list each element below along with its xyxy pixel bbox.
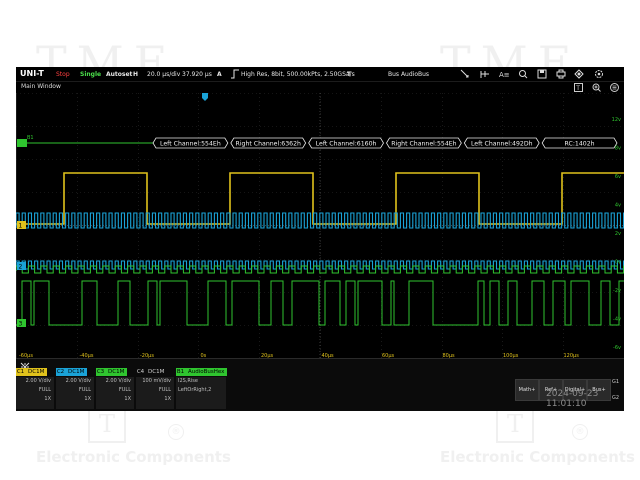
rising-edge-icon	[231, 69, 239, 79]
bus-label: B1	[27, 135, 34, 141]
ch4-tag[interactable]: C4 DC1M	[136, 368, 167, 376]
scale-label: 12v	[612, 117, 621, 123]
waveform-display[interactable]: B1 Left Channel:554Eh Right Channel:6362h…	[16, 93, 624, 358]
settings-icon[interactable]	[594, 69, 604, 79]
scale-label: 0v	[615, 260, 621, 266]
search-icon[interactable]	[518, 69, 528, 79]
bus-info[interactable]: I2S,Rise LeftOrRight,2	[176, 377, 226, 409]
decode-packet-label: RC:1402h	[565, 141, 595, 148]
math-icon[interactable]: A≡	[499, 69, 509, 79]
decode-packet-label: Left Channel:492Dh	[471, 141, 533, 148]
ch2-tag[interactable]: C2 DC1M	[56, 368, 88, 376]
window-bar: Main Window T	[16, 82, 624, 93]
ch3-info[interactable]: 2.00 V/div FULL 1X	[96, 377, 134, 409]
watermark-footer-left: Electronic Components	[36, 448, 231, 466]
decode-packet-label: Right Channel:6362h	[236, 141, 301, 148]
decode-packet-label: Left Channel:6160h	[316, 141, 377, 148]
ch1-scale: 2.00 V/div	[25, 378, 51, 384]
t-icon[interactable]: T	[574, 83, 583, 92]
scale-label: -2v	[613, 288, 621, 294]
ch2-marker[interactable]: 2	[17, 262, 26, 271]
ch1-marker[interactable]: 1	[17, 221, 26, 230]
horizontal-position[interactable]: 37.920 µs	[182, 70, 212, 79]
svg-text:A≡: A≡	[499, 71, 509, 79]
watermark-reg-left: ®	[168, 424, 184, 440]
oscilloscope-screen: UNI-T Stop Single Autoset H 20.0 µs/div …	[16, 67, 624, 411]
ch4-scale: 100 mV/div	[142, 378, 171, 384]
bus-tag[interactable]: B1 AudioBusHex	[176, 368, 228, 376]
ch3-bandwidth: FULL	[118, 387, 131, 393]
display-icon[interactable]	[574, 69, 584, 79]
watermark-reg-right: ®	[572, 424, 588, 440]
math-add-button[interactable]: Math+	[515, 379, 539, 401]
bus-protocol: I2S,Rise	[178, 378, 198, 384]
horizontal-label[interactable]: H	[133, 70, 138, 79]
trigger-label[interactable]: T	[347, 70, 351, 79]
channel-panel: C1 DC1M 2.00 V/div FULL 1X C2 DC1M 2.00 V/…	[16, 358, 624, 411]
run-stop-button[interactable]: Stop	[56, 70, 70, 79]
print-icon[interactable]	[556, 69, 566, 79]
scale-label: 6v	[615, 174, 621, 180]
trigger-bus-info[interactable]: Bus AudioBus	[388, 70, 429, 79]
ch1-probe: 1X	[44, 396, 51, 402]
decode-bus: B1 Left Channel:554Eh Right Channel:6362h…	[17, 135, 618, 149]
ch4-bandwidth: FULL	[158, 387, 171, 393]
ch1-tag[interactable]: C1 DC1M	[16, 368, 48, 376]
ch2-scale: 2.00 V/div	[65, 378, 91, 384]
measure-icon[interactable]	[480, 69, 490, 79]
decode-packet-label: Left Channel:554Eh	[160, 141, 221, 148]
trigger-position-marker[interactable]	[202, 93, 208, 101]
ch1-info[interactable]: 2.00 V/div FULL 1X	[16, 377, 54, 409]
ch3-tag[interactable]: C3 DC1M	[96, 368, 128, 376]
brand-logo: UNI-T	[20, 69, 44, 78]
ch3-marker[interactable]: 3	[17, 319, 26, 328]
ch1-bandwidth: FULL	[38, 387, 51, 393]
datetime: 2024-09-23 11:01:10	[546, 389, 599, 409]
svg-text:1: 1	[19, 223, 23, 230]
scale-label: 8v	[615, 146, 621, 152]
scale-label: 4v	[615, 203, 621, 209]
ch3-waveform	[16, 265, 624, 326]
scale-label: -6v	[613, 345, 621, 351]
svg-text:T: T	[575, 85, 580, 92]
right-scale: 12v8v6v4v2v0v-2v-4v-6v-8v	[612, 117, 621, 351]
top-toolbar: UNI-T Stop Single Autoset H 20.0 µs/div …	[16, 67, 624, 82]
acquire-info[interactable]: High Res, 8bit, 500.00kPts, 2.50GSa/s	[241, 70, 355, 79]
zoom-icon[interactable]	[592, 83, 601, 92]
svg-text:2: 2	[19, 264, 23, 271]
scale-label: -4v	[613, 317, 621, 323]
ch3-scale: 2.00 V/div	[105, 378, 131, 384]
svg-text:3: 3	[19, 321, 23, 328]
watermark-footer-right: Electronic Components	[440, 448, 635, 466]
ch2-probe: 1X	[84, 396, 91, 402]
autoset-button[interactable]: Autoset	[106, 70, 132, 79]
ch3-probe: 1X	[124, 396, 131, 402]
menu-icon[interactable]	[610, 83, 619, 92]
bus-channel-config: LeftOrRight,2	[178, 387, 212, 393]
group-1-label[interactable]: G1	[612, 379, 619, 385]
save-icon[interactable]	[537, 69, 547, 79]
timebase-value[interactable]: 20.0 µs/div	[147, 70, 180, 79]
scale-label: 2v	[615, 231, 621, 237]
ch4-probe: 1X	[164, 396, 171, 402]
cursor-icon[interactable]	[460, 69, 470, 79]
window-title: Main Window	[21, 83, 61, 90]
ch4-info[interactable]: 100 mV/div FULL 1X	[136, 377, 174, 409]
single-button[interactable]: Single	[80, 70, 101, 79]
ch2-info[interactable]: 2.00 V/div FULL 1X	[56, 377, 94, 409]
acquire-label[interactable]: A	[217, 70, 222, 79]
decode-packet-label: Right Channel:554Eh	[391, 141, 456, 148]
ch2-bandwidth: FULL	[78, 387, 91, 393]
